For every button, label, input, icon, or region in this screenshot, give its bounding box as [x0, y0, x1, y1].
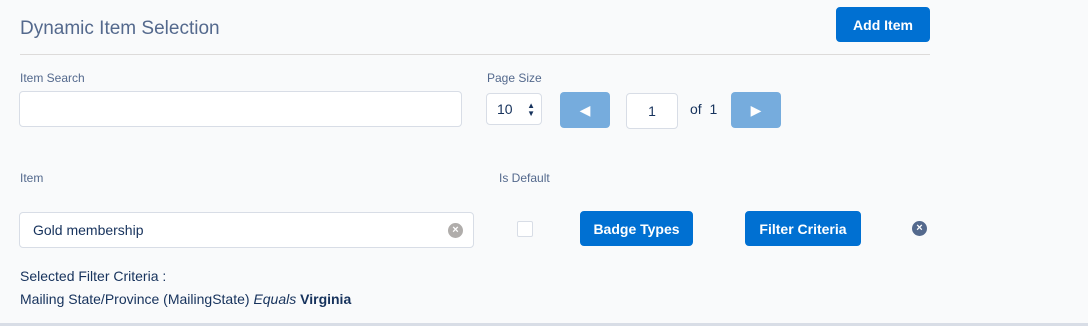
- page-title: Dynamic Item Selection: [20, 18, 220, 39]
- previous-page-button[interactable]: ◀: [560, 92, 610, 128]
- item-column-label: Item: [20, 171, 44, 185]
- page-total: of 1: [690, 101, 717, 117]
- filter-value: Virginia: [300, 291, 352, 307]
- item-field[interactable]: Gold membership ×: [19, 212, 474, 248]
- selected-filter-label: Selected Filter Criteria :: [20, 268, 167, 284]
- clear-icon[interactable]: ×: [448, 223, 463, 238]
- of-label: of: [690, 101, 702, 117]
- item-field-value: Gold membership: [33, 222, 144, 238]
- filter-criteria-button[interactable]: Filter Criteria: [745, 211, 861, 246]
- is-default-checkbox[interactable]: [517, 221, 533, 237]
- page-size-value: 10: [497, 101, 513, 117]
- badge-types-button[interactable]: Badge Types: [580, 211, 693, 246]
- is-default-column-label: Is Default: [499, 171, 550, 185]
- filter-field: Mailing State/Province (MailingState): [20, 291, 250, 307]
- selected-filter-value: Mailing State/Province (MailingState) Eq…: [20, 291, 351, 307]
- chevron-right-icon: ▶: [750, 101, 762, 118]
- page-size-label: Page Size: [487, 71, 542, 85]
- item-search-input[interactable]: [19, 91, 462, 127]
- filter-operator: Equals: [253, 291, 297, 307]
- current-page-input[interactable]: 1: [626, 93, 678, 129]
- add-item-button[interactable]: Add Item: [836, 7, 930, 42]
- total-pages: 1: [709, 101, 718, 117]
- page-size-select[interactable]: 10 ▲ ▼: [486, 93, 542, 125]
- select-arrows-icon: ▲ ▼: [527, 101, 535, 118]
- header-divider: [20, 54, 930, 55]
- next-page-button[interactable]: ▶: [731, 92, 781, 128]
- item-search-label: Item Search: [20, 71, 85, 85]
- chevron-left-icon: ◀: [579, 101, 591, 118]
- remove-row-icon[interactable]: ×: [912, 221, 927, 236]
